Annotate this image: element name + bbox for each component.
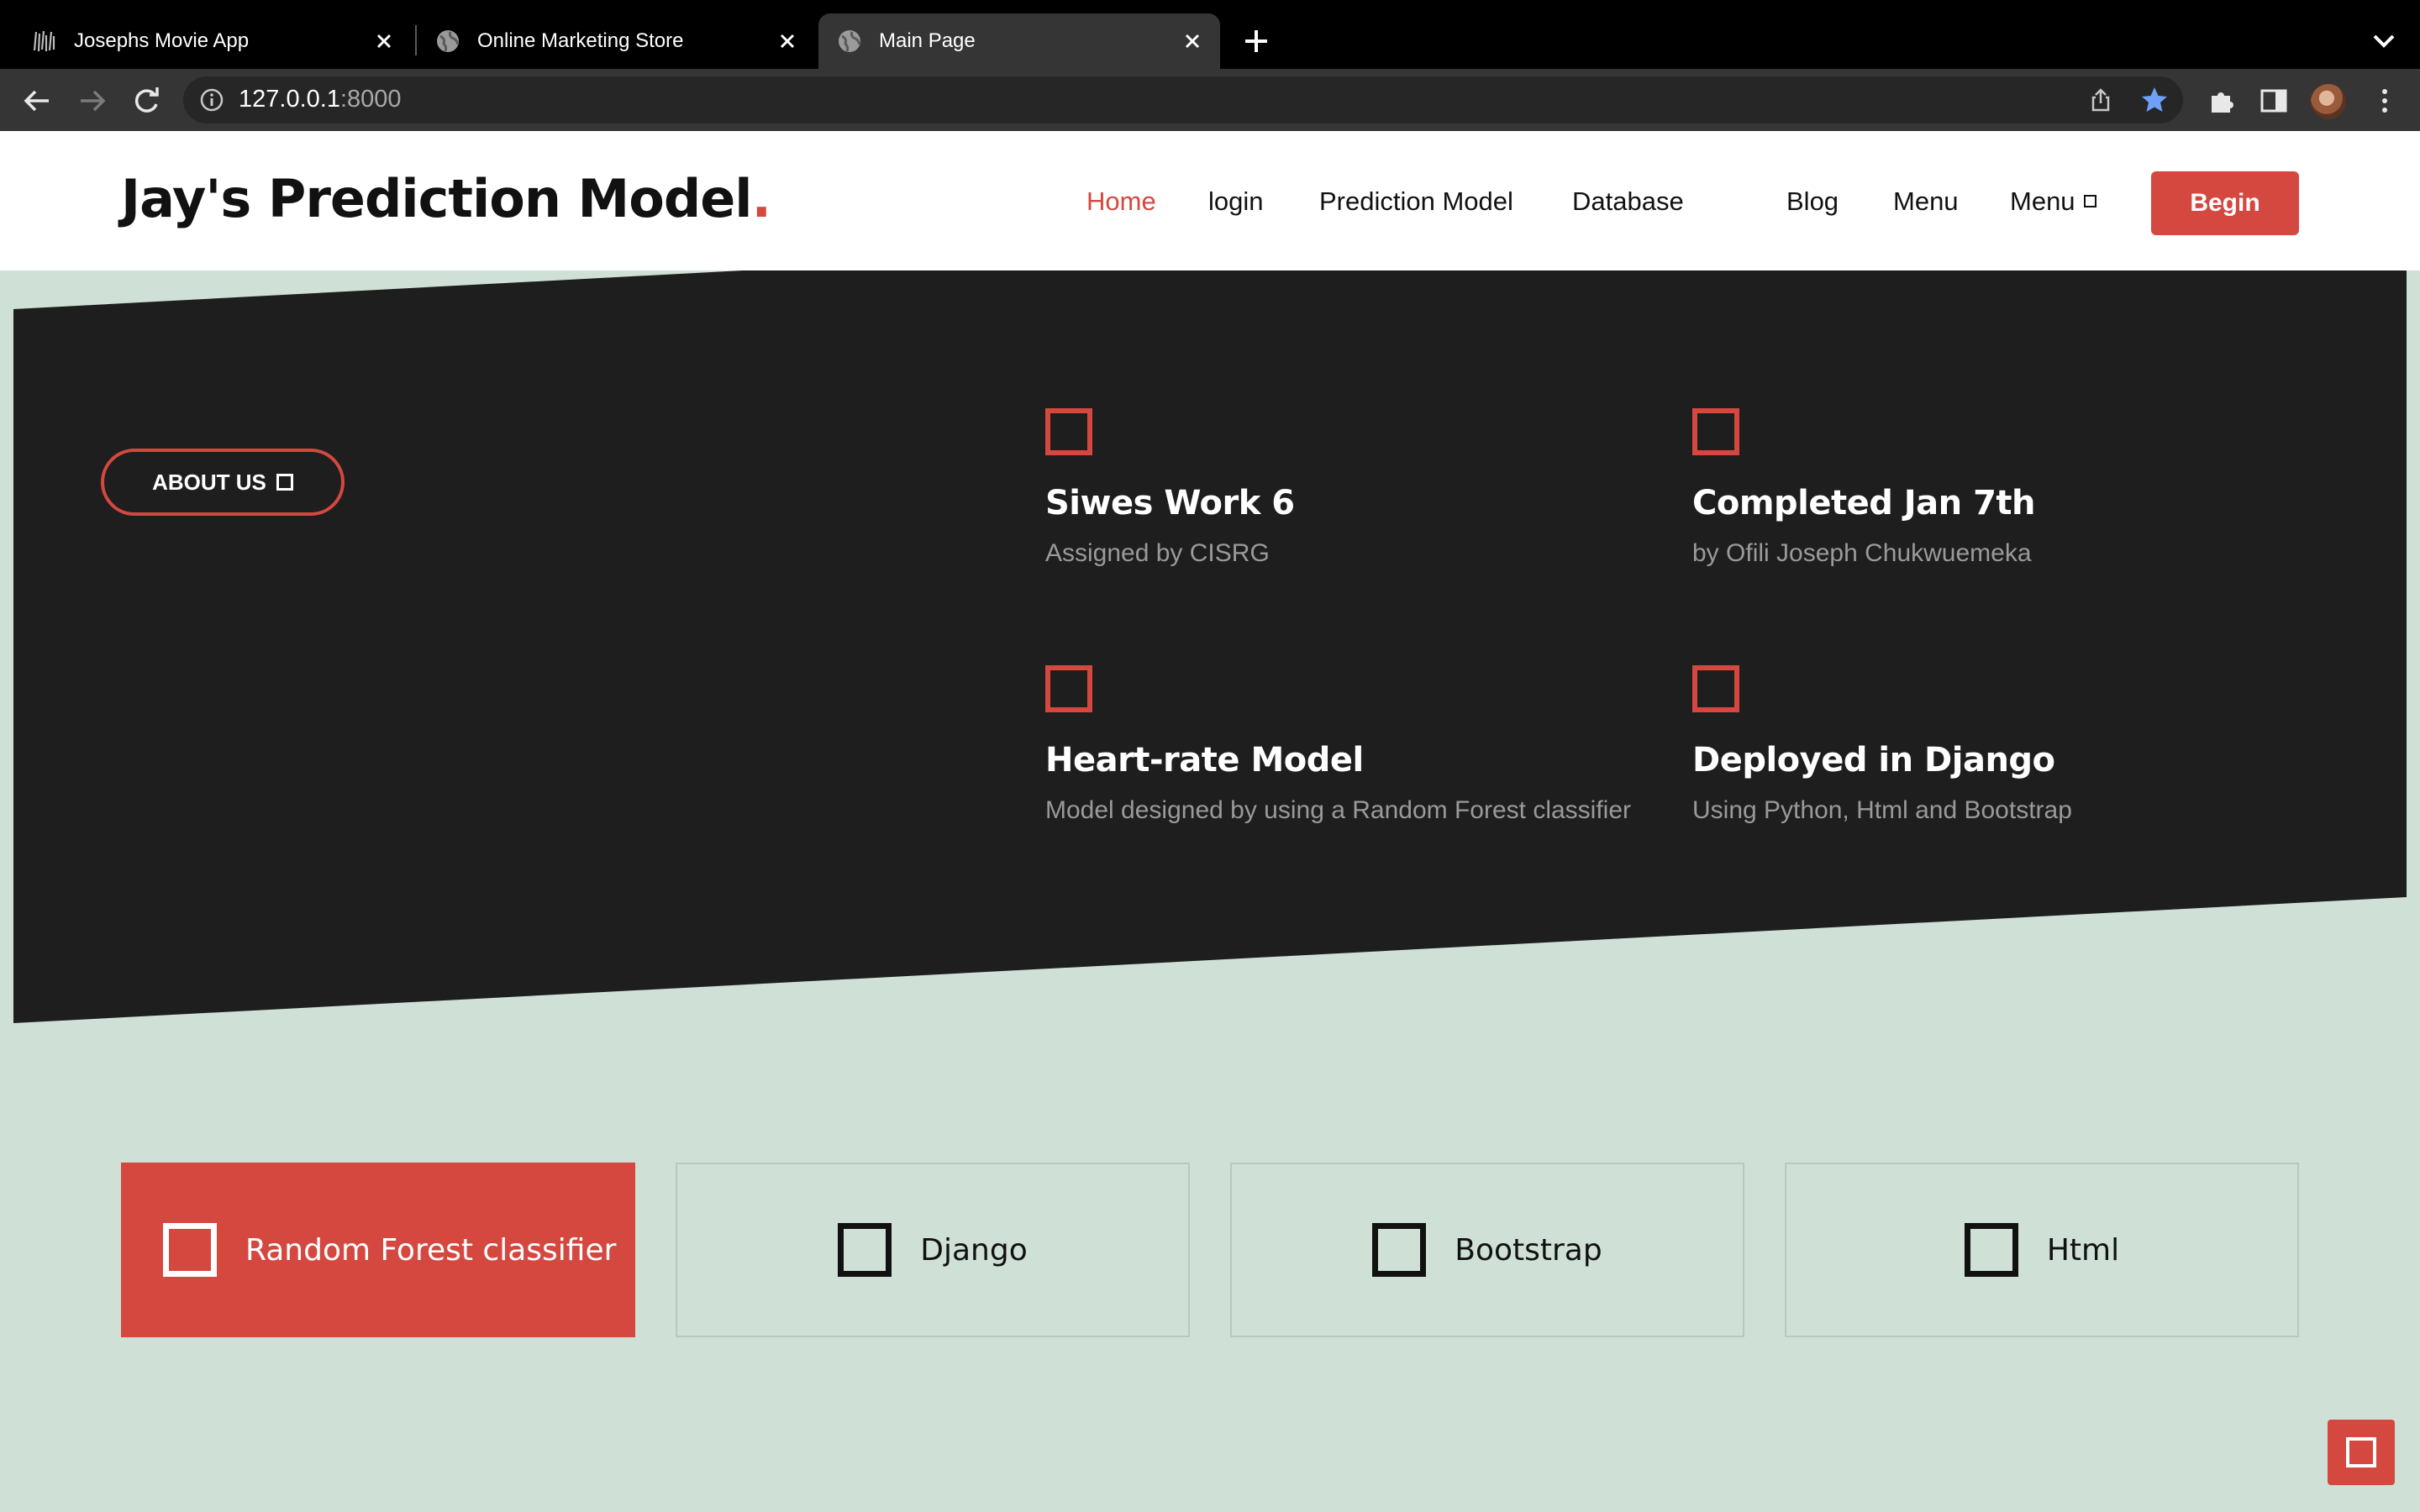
feature-item: Completed Jan 7th by Ofili Joseph Chukwu…	[1692, 408, 2331, 568]
nav-menu[interactable]: Menu	[1893, 186, 1959, 217]
tech-square-icon	[1372, 1223, 1427, 1277]
nav-prediction-model[interactable]: Prediction Model	[1319, 186, 1513, 217]
tech-card-random-forest[interactable]: Random Forest classifier	[121, 1163, 635, 1337]
brand-dot: .	[751, 168, 772, 229]
feature-title: Deployed in Django	[1692, 741, 2055, 780]
back-to-top-button[interactable]	[2328, 1420, 2395, 1485]
tech-card-label: Random Forest classifier	[245, 1232, 617, 1268]
missing-glyph-icon	[2083, 195, 2096, 207]
nav-menu-label: Menu	[2010, 186, 2075, 216]
nav-blog[interactable]: Blog	[1786, 186, 1839, 217]
feature-subtitle: Assigned by CISRG	[1045, 539, 1270, 567]
feature-title: Completed Jan 7th	[1692, 484, 2036, 522]
nav-home[interactable]: Home	[1086, 186, 1156, 217]
feature-title: Heart-rate Model	[1045, 741, 1364, 780]
brand-text: Jay's Prediction Model	[121, 168, 753, 229]
feature-item: Deployed in Django Using Python, Html an…	[1692, 665, 2331, 825]
tech-card-django[interactable]: Django	[676, 1163, 1190, 1337]
brand-logo[interactable]: Jay's Prediction Model.	[121, 168, 771, 229]
feature-square-icon	[1692, 408, 1739, 455]
tech-square-icon	[1964, 1223, 2018, 1277]
tech-square-icon	[163, 1223, 217, 1277]
tech-square-icon	[838, 1223, 892, 1277]
feature-subtitle: Using Python, Html and Bootstrap	[1692, 796, 2072, 824]
missing-glyph-icon	[276, 474, 293, 491]
feature-subtitle: Model designed by using a Random Forest …	[1045, 796, 1632, 824]
tech-card-html[interactable]: Html	[1785, 1163, 2299, 1337]
missing-glyph-icon	[2346, 1437, 2376, 1467]
tech-card-label: Html	[2046, 1232, 2120, 1268]
tech-card-label: Django	[920, 1232, 1028, 1268]
nav-login[interactable]: login	[1208, 186, 1264, 217]
about-us-label: ABOUT US	[152, 469, 266, 495]
tech-card-bootstrap[interactable]: Bootstrap	[1230, 1163, 1744, 1337]
tech-card-label: Bootstrap	[1455, 1232, 1602, 1268]
feature-square-icon	[1045, 665, 1092, 712]
feature-title: Siwes Work 6	[1045, 484, 1295, 522]
feature-square-icon	[1692, 665, 1739, 712]
site-header: Jay's Prediction Model. Home login Predi…	[0, 131, 2420, 270]
begin-button[interactable]: Begin	[2151, 171, 2299, 235]
feature-subtitle: by Ofili Joseph Chukwuemeka	[1692, 539, 2032, 567]
feature-item: Heart-rate Model Model designed by using…	[1045, 665, 1684, 825]
feature-item: Siwes Work 6 Assigned by CISRG	[1045, 408, 1684, 568]
about-us-button[interactable]: ABOUT US	[101, 449, 345, 516]
feature-square-icon	[1045, 408, 1092, 455]
nav-database[interactable]: Database	[1572, 186, 1684, 217]
nav-menu-dropdown[interactable]: Menu	[2010, 186, 2096, 217]
